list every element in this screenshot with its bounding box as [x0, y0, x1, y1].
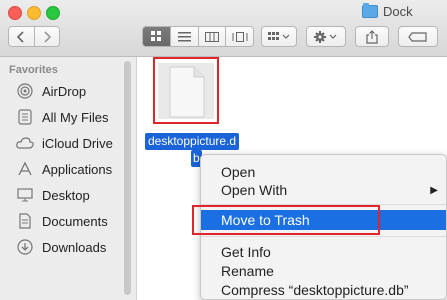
applications-icon	[16, 160, 34, 178]
file-name-label[interactable]: desktoppicture.d	[145, 133, 240, 150]
sidebar-item-label: AirDrop	[42, 83, 87, 99]
file-item[interactable]	[158, 63, 214, 119]
sidebar-item-label: Documents	[42, 213, 108, 229]
share-icon	[366, 29, 378, 44]
cloud-icon	[16, 134, 34, 152]
sidebar-item-icloud-drive[interactable]: iCloud Drive	[16, 132, 113, 154]
sidebar-scrollbar[interactable]	[124, 61, 131, 295]
desktop-icon	[16, 186, 34, 204]
arrange-grid-icon	[268, 31, 290, 40]
list-view-button[interactable]	[170, 27, 198, 46]
sidebar-header: Favorites	[9, 64, 58, 76]
coverflow-view-button[interactable]	[225, 27, 253, 46]
folder-icon	[362, 2, 378, 18]
sidebar-item-label: Applications	[42, 161, 113, 177]
menu-item-label: Rename	[221, 263, 274, 279]
menu-item-label: Open	[221, 164, 256, 180]
finder-window: Dock Favorites AirDrop All My Files iClo…	[0, 0, 447, 300]
share-button[interactable]	[355, 26, 389, 47]
icon-view-button[interactable]	[143, 27, 171, 46]
sidebar-item-downloads[interactable]: Downloads	[16, 236, 106, 258]
sidebar-item-label: iCloud Drive	[42, 135, 113, 151]
sidebar-item-documents[interactable]: Documents	[16, 210, 108, 232]
chevron-right-icon	[44, 30, 51, 43]
chevron-left-icon	[17, 30, 25, 43]
close-window-button[interactable]	[8, 6, 22, 20]
minimize-window-button[interactable]	[27, 6, 41, 20]
list-icon	[178, 31, 192, 41]
sidebar: Favorites AirDrop All My Files iCloud Dr…	[0, 57, 137, 300]
sidebar-item-label: All My Files	[42, 109, 109, 125]
sidebar-item-label: Desktop	[42, 187, 90, 203]
columns-icon	[205, 31, 220, 42]
airdrop-icon	[16, 82, 34, 100]
menu-item-label: Compress “desktoppicture.db”	[221, 282, 409, 298]
sidebar-item-applications[interactable]: Applications	[16, 158, 112, 180]
title-bar: Dock	[0, 0, 447, 57]
sidebar-item-label: Downloads	[42, 239, 107, 255]
document-file-icon	[158, 63, 214, 119]
window-title-text: Dock	[383, 3, 413, 19]
all-files-icon	[16, 108, 34, 126]
back-button[interactable]	[9, 27, 34, 46]
menu-item-label: Get Info	[221, 244, 271, 260]
documents-icon	[16, 212, 34, 230]
sidebar-item-airdrop[interactable]: AirDrop	[16, 80, 86, 102]
column-view-button[interactable]	[197, 27, 226, 46]
tag-icon	[408, 31, 427, 42]
submenu-arrow-icon: ▶	[430, 184, 438, 196]
forward-button[interactable]	[33, 27, 59, 46]
menu-item-open[interactable]: Open	[201, 162, 446, 182]
gear-icon	[314, 30, 337, 43]
grid-icon	[151, 31, 162, 41]
action-button[interactable]	[306, 26, 346, 47]
menu-item-compress[interactable]: Compress “desktoppicture.db”	[201, 280, 446, 300]
view-mode-control	[142, 26, 254, 47]
sidebar-item-all-my-files[interactable]: All My Files	[16, 106, 108, 128]
menu-item-label: Open With	[221, 182, 288, 198]
window-title: Dock	[362, 2, 413, 20]
menu-item-get-info[interactable]: Get Info	[201, 242, 446, 262]
menu-item-rename[interactable]: Rename	[201, 261, 446, 281]
tags-button[interactable]	[398, 26, 438, 47]
zoom-window-button[interactable]	[46, 6, 60, 20]
menu-item-open-with[interactable]: Open With ▶	[201, 180, 446, 200]
downloads-icon	[16, 238, 34, 256]
annotation-box-move-to-trash	[192, 205, 380, 235]
menu-separator	[201, 236, 446, 237]
sidebar-item-desktop[interactable]: Desktop	[16, 184, 90, 206]
arrange-button[interactable]	[261, 26, 297, 47]
navigation-buttons	[8, 26, 60, 47]
coverflow-icon	[232, 31, 248, 42]
